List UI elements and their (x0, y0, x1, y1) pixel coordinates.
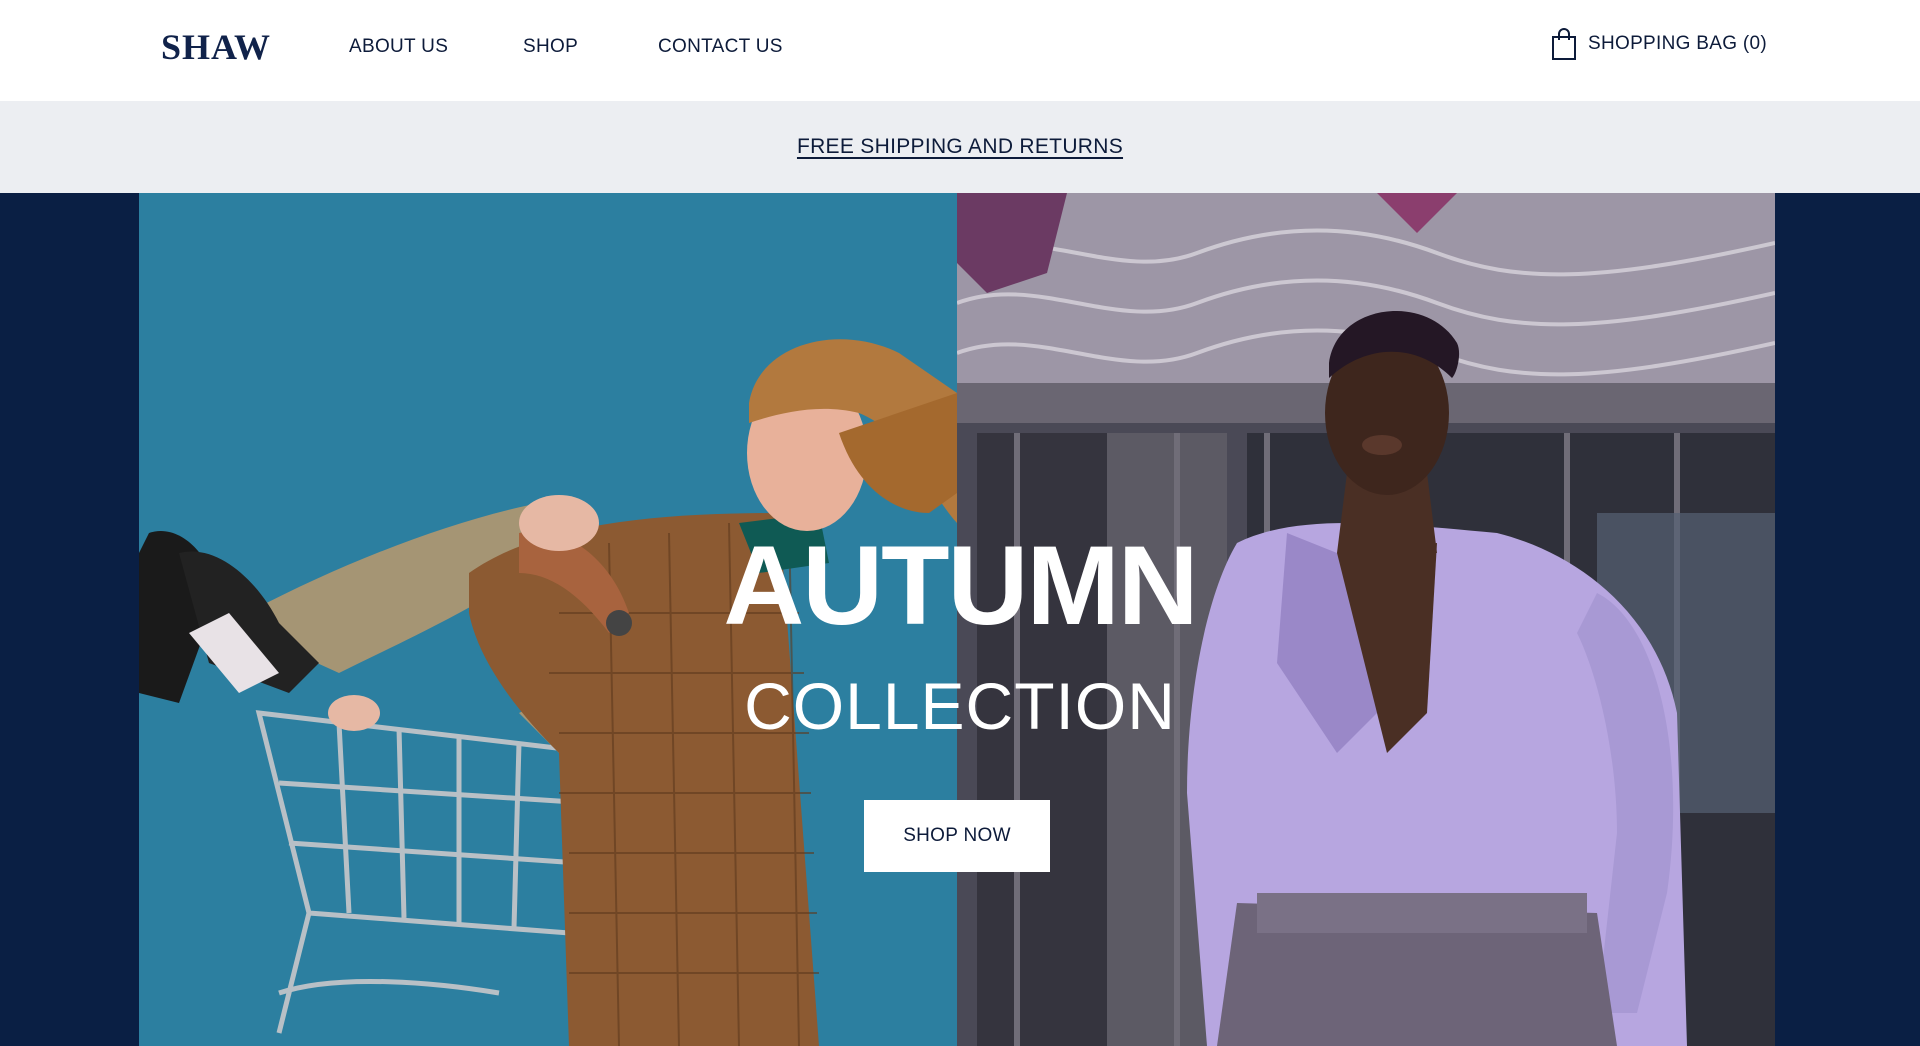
brand-logo[interactable]: SHAW (161, 26, 271, 68)
nav-contact-us[interactable]: CONTACT US (658, 36, 783, 58)
nav-shop[interactable]: SHOP (523, 36, 578, 58)
shop-now-button[interactable]: SHOP NOW (864, 800, 1050, 872)
site-header: SHAW ABOUT US SHOP CONTACT US SHOPPING B… (0, 0, 1920, 101)
shopping-bag-icon (1552, 28, 1576, 60)
free-shipping-link[interactable]: FREE SHIPPING AND RETURNS (797, 135, 1123, 159)
shopping-bag-button[interactable]: SHOPPING BAG (0) (1550, 26, 1767, 62)
hero-title: AUTUMN (723, 523, 1198, 648)
hero-banner: AUTUMN COLLECTION SHOP NOW (0, 193, 1920, 1046)
nav-about-us[interactable]: ABOUT US (349, 36, 448, 58)
hero-subtitle: COLLECTION (744, 669, 1176, 743)
shopping-bag-label: SHOPPING BAG (0) (1588, 33, 1768, 54)
promo-bar: FREE SHIPPING AND RETURNS (0, 101, 1920, 193)
